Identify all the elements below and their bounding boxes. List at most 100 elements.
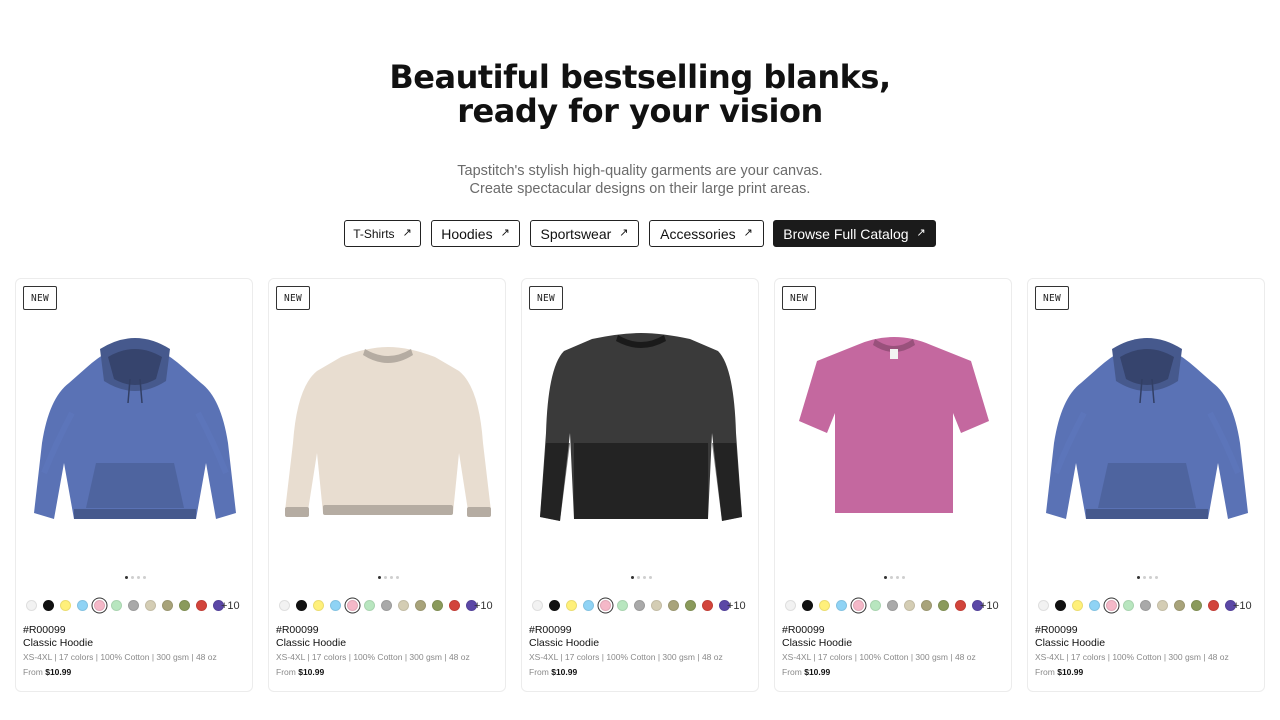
- product-image[interactable]: [1028, 323, 1266, 533]
- product-name[interactable]: Classic Hoodie: [529, 637, 599, 649]
- carousel-dot[interactable]: [1136, 575, 1140, 579]
- color-swatch[interactable]: [330, 600, 341, 611]
- color-swatch[interactable]: [1072, 600, 1083, 611]
- color-swatch[interactable]: [938, 600, 949, 611]
- color-swatch[interactable]: [904, 600, 915, 611]
- color-swatch[interactable]: [296, 600, 307, 611]
- color-swatch[interactable]: [532, 600, 543, 611]
- color-swatch[interactable]: [685, 600, 696, 611]
- color-swatch[interactable]: [955, 600, 966, 611]
- color-swatch[interactable]: [566, 600, 577, 611]
- product-image[interactable]: [269, 323, 507, 533]
- carousel-dot[interactable]: [124, 575, 128, 579]
- carousel-dot[interactable]: [889, 575, 893, 579]
- color-swatch[interactable]: [1123, 600, 1134, 611]
- product-image[interactable]: [16, 323, 254, 533]
- carousel-dots[interactable]: [374, 575, 402, 579]
- color-swatch[interactable]: [1208, 600, 1219, 611]
- carousel-dot[interactable]: [377, 575, 381, 579]
- carousel-dot[interactable]: [395, 575, 399, 579]
- color-swatch[interactable]: [1055, 600, 1066, 611]
- color-swatch[interactable]: [26, 600, 37, 611]
- color-swatch[interactable]: [449, 600, 460, 611]
- carousel-dots[interactable]: [121, 575, 149, 579]
- carousel-dot[interactable]: [630, 575, 634, 579]
- carousel-dots[interactable]: [1133, 575, 1161, 579]
- product-image[interactable]: [522, 323, 760, 533]
- color-swatch[interactable]: [1140, 600, 1151, 611]
- carousel-dot[interactable]: [636, 575, 640, 579]
- color-swatch[interactable]: [432, 600, 443, 611]
- color-swatch[interactable]: [921, 600, 932, 611]
- color-swatch[interactable]: [1191, 600, 1202, 611]
- carousel-dot[interactable]: [648, 575, 652, 579]
- carousel-dot[interactable]: [389, 575, 393, 579]
- more-colors-link[interactable]: +10: [221, 599, 240, 613]
- color-swatch[interactable]: [196, 600, 207, 611]
- color-swatch[interactable]: [415, 600, 426, 611]
- color-swatch[interactable]: [162, 600, 173, 611]
- carousel-dot[interactable]: [1142, 575, 1146, 579]
- color-swatch[interactable]: [60, 600, 71, 611]
- more-colors-link[interactable]: +10: [1233, 599, 1252, 613]
- color-swatch[interactable]: [617, 600, 628, 611]
- product-card-5[interactable]: NEW +10 #R00099 Classic Hoodie XS-4XL | …: [1027, 278, 1265, 692]
- browse-full-catalog-button[interactable]: Browse Full Catalog ↗: [773, 220, 936, 247]
- carousel-dots[interactable]: [880, 575, 908, 579]
- color-swatch[interactable]: [583, 600, 594, 611]
- product-name[interactable]: Classic Hoodie: [23, 637, 93, 649]
- color-swatch[interactable]: [634, 600, 645, 611]
- more-colors-link[interactable]: +10: [727, 599, 746, 613]
- carousel-dot[interactable]: [642, 575, 646, 579]
- category-button-hoodies[interactable]: Hoodies ↗: [431, 220, 520, 247]
- product-card-2[interactable]: NEW +10 #R00099 Classic Hoodie XS-4XL | …: [268, 278, 506, 692]
- color-swatch[interactable]: [836, 600, 847, 611]
- carousel-dot[interactable]: [142, 575, 146, 579]
- color-swatch[interactable]: [364, 600, 375, 611]
- color-swatch[interactable]: [347, 600, 358, 611]
- color-swatch[interactable]: [77, 600, 88, 611]
- product-name[interactable]: Classic Hoodie: [782, 637, 852, 649]
- carousel-dot[interactable]: [1148, 575, 1152, 579]
- color-swatch[interactable]: [887, 600, 898, 611]
- category-button-sportswear[interactable]: Sportswear ↗: [530, 220, 639, 247]
- color-swatch[interactable]: [651, 600, 662, 611]
- category-button-t-shirts[interactable]: T-Shirts ↗: [344, 220, 421, 247]
- color-swatch[interactable]: [145, 600, 156, 611]
- color-swatch[interactable]: [1089, 600, 1100, 611]
- color-swatch[interactable]: [1106, 600, 1117, 611]
- product-card-4[interactable]: NEW +10 #R00099 Classic Hoodie XS-4XL | …: [774, 278, 1012, 692]
- color-swatch[interactable]: [668, 600, 679, 611]
- product-card-1[interactable]: NEW +10 #R00099 Classic Hoodie XS-4XL | …: [15, 278, 253, 692]
- carousel-dot[interactable]: [883, 575, 887, 579]
- color-swatch[interactable]: [94, 600, 105, 611]
- product-name[interactable]: Classic Hoodie: [1035, 637, 1105, 649]
- color-swatch[interactable]: [381, 600, 392, 611]
- color-swatch[interactable]: [111, 600, 122, 611]
- product-name[interactable]: Classic Hoodie: [276, 637, 346, 649]
- color-swatch[interactable]: [853, 600, 864, 611]
- color-swatch[interactable]: [600, 600, 611, 611]
- carousel-dot[interactable]: [130, 575, 134, 579]
- color-swatch[interactable]: [128, 600, 139, 611]
- carousel-dot[interactable]: [895, 575, 899, 579]
- carousel-dot[interactable]: [136, 575, 140, 579]
- carousel-dot[interactable]: [1154, 575, 1158, 579]
- color-swatch[interactable]: [549, 600, 560, 611]
- product-card-3[interactable]: NEW +10 #R00099 Classic Hoodie XS-4XL | …: [521, 278, 759, 692]
- color-swatch[interactable]: [1174, 600, 1185, 611]
- color-swatch[interactable]: [802, 600, 813, 611]
- color-swatch[interactable]: [1157, 600, 1168, 611]
- color-swatch[interactable]: [702, 600, 713, 611]
- category-button-accessories[interactable]: Accessories ↗: [649, 220, 764, 247]
- color-swatch[interactable]: [398, 600, 409, 611]
- color-swatch[interactable]: [279, 600, 290, 611]
- more-colors-link[interactable]: +10: [980, 599, 999, 613]
- more-colors-link[interactable]: +10: [474, 599, 493, 613]
- color-swatch[interactable]: [819, 600, 830, 611]
- color-swatch[interactable]: [179, 600, 190, 611]
- color-swatch[interactable]: [43, 600, 54, 611]
- color-swatch[interactable]: [313, 600, 324, 611]
- carousel-dots[interactable]: [627, 575, 655, 579]
- color-swatch[interactable]: [870, 600, 881, 611]
